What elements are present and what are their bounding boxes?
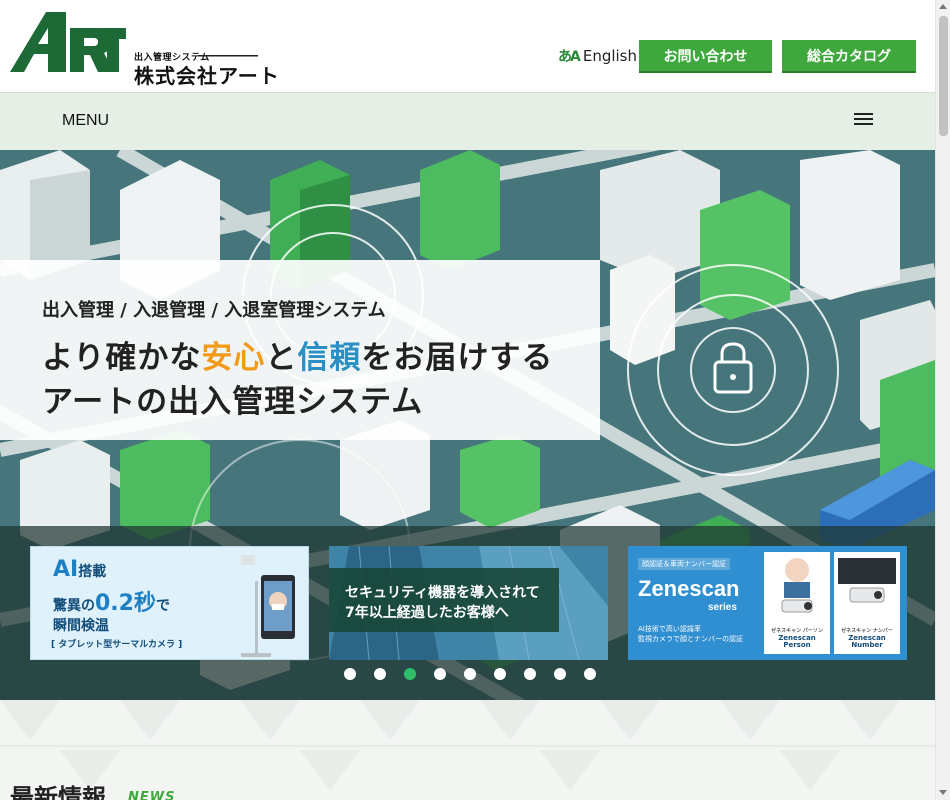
carousel-dot[interactable] [584, 668, 596, 680]
contact-button[interactable]: お問い合わせ [639, 40, 772, 71]
slide2-line1: セキュリティ機器を導入されて [345, 585, 540, 601]
menu-label[interactable]: MENU [62, 112, 109, 130]
hamburger-icon[interactable] [854, 113, 873, 127]
news-background-pattern [0, 700, 935, 790]
logo-company-name: 株式会社アート [134, 64, 280, 88]
site-header: 出入管理システム 株式会社アート あA English お問い合わせ 総合カタロ… [0, 0, 935, 92]
hero-line1-post: をお届けする [361, 340, 554, 376]
scroll-up-icon[interactable] [939, 4, 947, 9]
slide1-speed: 驚異の0.2秒で [53, 591, 170, 616]
catalog-button[interactable]: 総合カタログ [782, 40, 916, 71]
carousel-dot[interactable] [404, 668, 416, 680]
hero-highlight-shinrai: 信頼 [297, 340, 362, 376]
art-logo-mark-icon [10, 12, 126, 72]
language-switch[interactable]: あA English [558, 46, 637, 66]
slide-security-renewal[interactable]: セキュリティ機器を導入されて 7年以上経過したお客様へ [329, 546, 608, 660]
zenescan-number-label: ゼネスキャン ナンバー Zenescan Number [841, 628, 893, 650]
slide1-product: [ タブレット型サーマルカメラ ] [51, 640, 183, 650]
hero-headline-line1: より確かな安心と信頼をお届けする [42, 332, 553, 377]
carousel-dot[interactable] [554, 668, 566, 680]
thermal-tablet-icon [241, 555, 295, 657]
carousel-dot[interactable] [524, 668, 536, 680]
hero-banner: 出入管理 / 入退管理 / 入退室管理システム より確かな安心と信頼をお届けする… [0, 150, 935, 700]
slide3-series: series [708, 602, 737, 613]
slide1-ai: AI搭載 [53, 557, 107, 582]
carousel-dots [0, 668, 935, 682]
carousel-dot[interactable] [434, 668, 446, 680]
hero-line1-mid: と [265, 340, 298, 376]
menu-bar[interactable]: MENU [0, 92, 935, 150]
carousel-dot[interactable] [374, 668, 386, 680]
slide1-measure: 瞬間検温 [53, 618, 109, 634]
hero-kicker: 出入管理 / 入退管理 / 入退室管理システム [42, 300, 386, 321]
slide3-title: Zenescan [638, 576, 740, 601]
scroll-thumb[interactable] [939, 16, 948, 136]
carousel-dot[interactable] [344, 668, 356, 680]
camera-icon [781, 558, 813, 613]
news-title: 最新情報 [10, 784, 106, 800]
camera-icon [838, 558, 896, 603]
zenescan-person-label: ゼネスキャン パーソン Zenescan Person [771, 628, 823, 650]
hero-highlight-anshin: 安心 [201, 340, 266, 376]
language-label: English [582, 47, 638, 65]
hero-line1-pre: より確かな [42, 340, 202, 376]
carousel-dot[interactable] [494, 668, 506, 680]
slide-thermal-camera[interactable]: AI搭載 驚異の0.2秒で 瞬間検温 [ タブレット型サーマルカメラ ] [30, 546, 309, 660]
page-scrollbar[interactable] [935, 0, 950, 800]
carousel-dot[interactable] [464, 668, 476, 680]
zenescan-person-card: ゼネスキャン パーソン Zenescan Person [764, 552, 830, 654]
slide3-badge: 顔認証＆車両ナンバー認証 [638, 558, 730, 570]
translate-icon: あA [558, 49, 581, 65]
slide3-desc2: 監視カメラで顔とナンバーの認証 [638, 635, 743, 643]
hero-text-panel: 出入管理 / 入退管理 / 入退室管理システム より確かな安心と信頼をお届けする… [0, 260, 600, 440]
slide3-desc1: AI技術で高い認識率 [638, 625, 701, 633]
scroll-down-icon[interactable] [939, 790, 947, 795]
company-logo[interactable]: 出入管理システム 株式会社アート [8, 10, 338, 88]
logo-rule [198, 55, 258, 57]
news-section: 最新情報 NEWS [0, 700, 935, 800]
zenescan-number-card: ゼネスキャン ナンバー Zenescan Number [834, 552, 900, 654]
news-subtitle: NEWS [128, 790, 176, 800]
slide-zenescan[interactable]: 顔認証＆車両ナンバー認証 Zenescan series AI技術で高い認識率 … [628, 546, 907, 660]
slide2-line2: 7年以上経過したお客様へ [345, 605, 509, 621]
banner-carousel: AI搭載 驚異の0.2秒で 瞬間検温 [ タブレット型サーマルカメラ ] セキュ… [0, 526, 935, 700]
hero-headline-line2: アートの出入管理システム [42, 384, 424, 420]
